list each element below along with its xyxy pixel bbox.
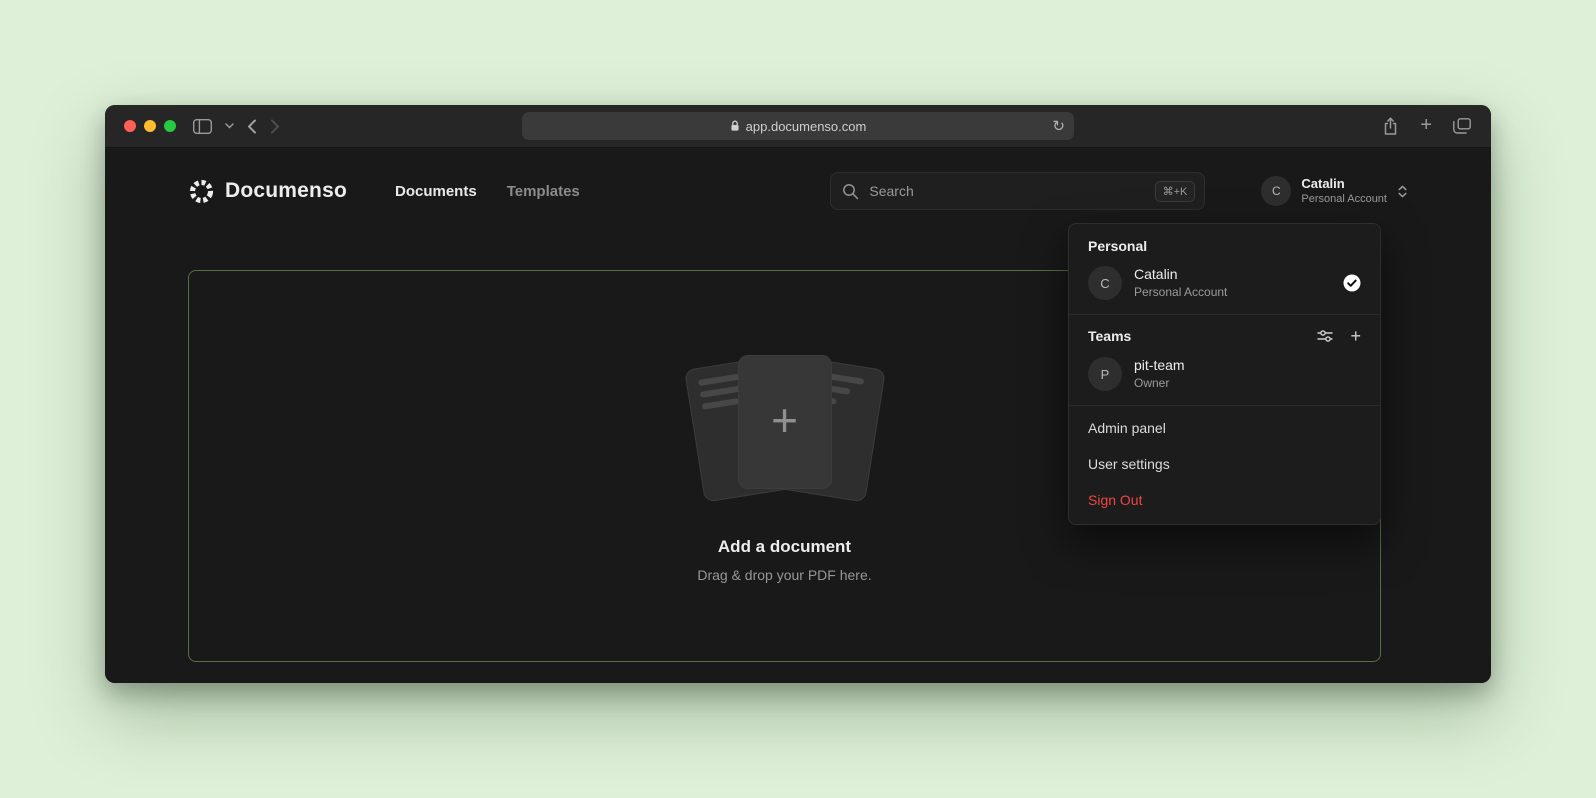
personal-account-item[interactable]: C Catalin Personal Account bbox=[1069, 258, 1380, 312]
close-window-button[interactable] bbox=[124, 120, 136, 132]
primary-nav: Documents Templates bbox=[395, 183, 580, 200]
chevron-down-icon[interactable] bbox=[225, 123, 234, 129]
account-dropdown-menu: Personal C Catalin Personal Account Team… bbox=[1068, 223, 1381, 525]
new-tab-icon[interactable]: + bbox=[1420, 115, 1432, 135]
traffic-lights bbox=[124, 120, 176, 132]
minimize-window-button[interactable] bbox=[144, 120, 156, 132]
search-input[interactable] bbox=[867, 182, 1146, 200]
refresh-icon[interactable]: ↻ bbox=[1052, 119, 1065, 134]
nav-documents[interactable]: Documents bbox=[395, 183, 477, 200]
search-shortcut-badge: ⌘+K bbox=[1155, 181, 1196, 202]
add-team-icon[interactable]: + bbox=[1350, 327, 1361, 345]
app-content: Documenso Documents Templates ⌘+K C bbox=[105, 149, 1491, 683]
personal-account-name: Catalin bbox=[1134, 266, 1227, 283]
share-icon[interactable] bbox=[1382, 117, 1399, 136]
url-text: app.documenso.com bbox=[746, 119, 867, 134]
toolbar-right-group: + bbox=[1382, 117, 1471, 136]
tab-overview-icon[interactable] bbox=[1453, 118, 1471, 134]
menu-item-sign-out[interactable]: Sign Out bbox=[1069, 482, 1380, 518]
plus-icon: + bbox=[771, 397, 798, 443]
chevron-up-down-icon bbox=[1397, 184, 1408, 199]
team-item[interactable]: P pit-team Owner bbox=[1069, 349, 1380, 403]
team-role: Owner bbox=[1134, 376, 1185, 390]
documenso-logo-icon bbox=[188, 178, 215, 205]
browser-window: app.documenso.com ↻ + bbox=[105, 105, 1491, 683]
address-bar[interactable]: app.documenso.com ↻ bbox=[522, 112, 1074, 140]
team-preferences-icon[interactable] bbox=[1317, 329, 1333, 343]
brand[interactable]: Documenso bbox=[188, 178, 347, 205]
nav-templates[interactable]: Templates bbox=[507, 183, 580, 200]
divider bbox=[1069, 314, 1380, 315]
dropzone-title: Add a document bbox=[718, 537, 851, 557]
browser-toolbar: app.documenso.com ↻ + bbox=[105, 105, 1491, 148]
dropzone-subtitle: Drag & drop your PDF here. bbox=[697, 567, 871, 583]
menu-item-user-settings[interactable]: User settings bbox=[1069, 446, 1380, 482]
avatar: C bbox=[1088, 266, 1122, 300]
menu-item-admin-panel[interactable]: Admin panel bbox=[1069, 410, 1380, 446]
account-name: Catalin bbox=[1301, 176, 1387, 192]
avatar: C bbox=[1261, 176, 1291, 206]
account-menu-button[interactable]: C Catalin Personal Account bbox=[1261, 176, 1408, 206]
account-subtitle: Personal Account bbox=[1301, 193, 1387, 206]
divider bbox=[1069, 405, 1380, 406]
avatar: P bbox=[1088, 357, 1122, 391]
search-icon bbox=[842, 183, 859, 200]
team-name: pit-team bbox=[1134, 357, 1185, 374]
back-icon[interactable] bbox=[247, 119, 257, 134]
personal-account-subtitle: Personal Account bbox=[1134, 285, 1227, 299]
personal-section-label: Personal bbox=[1069, 228, 1380, 258]
app-header: Documenso Documents Templates ⌘+K C bbox=[188, 169, 1408, 213]
document-card-add: + bbox=[738, 355, 832, 489]
teams-section-label: Teams bbox=[1088, 328, 1131, 344]
document-stack-illustration: + bbox=[660, 355, 910, 505]
sidebar-toggle-icon[interactable] bbox=[193, 119, 212, 134]
forward-icon[interactable] bbox=[270, 119, 280, 134]
toolbar-nav-group bbox=[193, 119, 280, 134]
zoom-window-button[interactable] bbox=[164, 120, 176, 132]
check-circle-icon bbox=[1343, 274, 1361, 292]
search-bar[interactable]: ⌘+K bbox=[830, 172, 1205, 210]
dropzone-content: + Add a document Drag & drop your PDF he… bbox=[660, 355, 910, 583]
lock-icon bbox=[730, 120, 740, 132]
brand-name: Documenso bbox=[225, 179, 347, 203]
teams-section-header: Teams + bbox=[1069, 319, 1380, 349]
